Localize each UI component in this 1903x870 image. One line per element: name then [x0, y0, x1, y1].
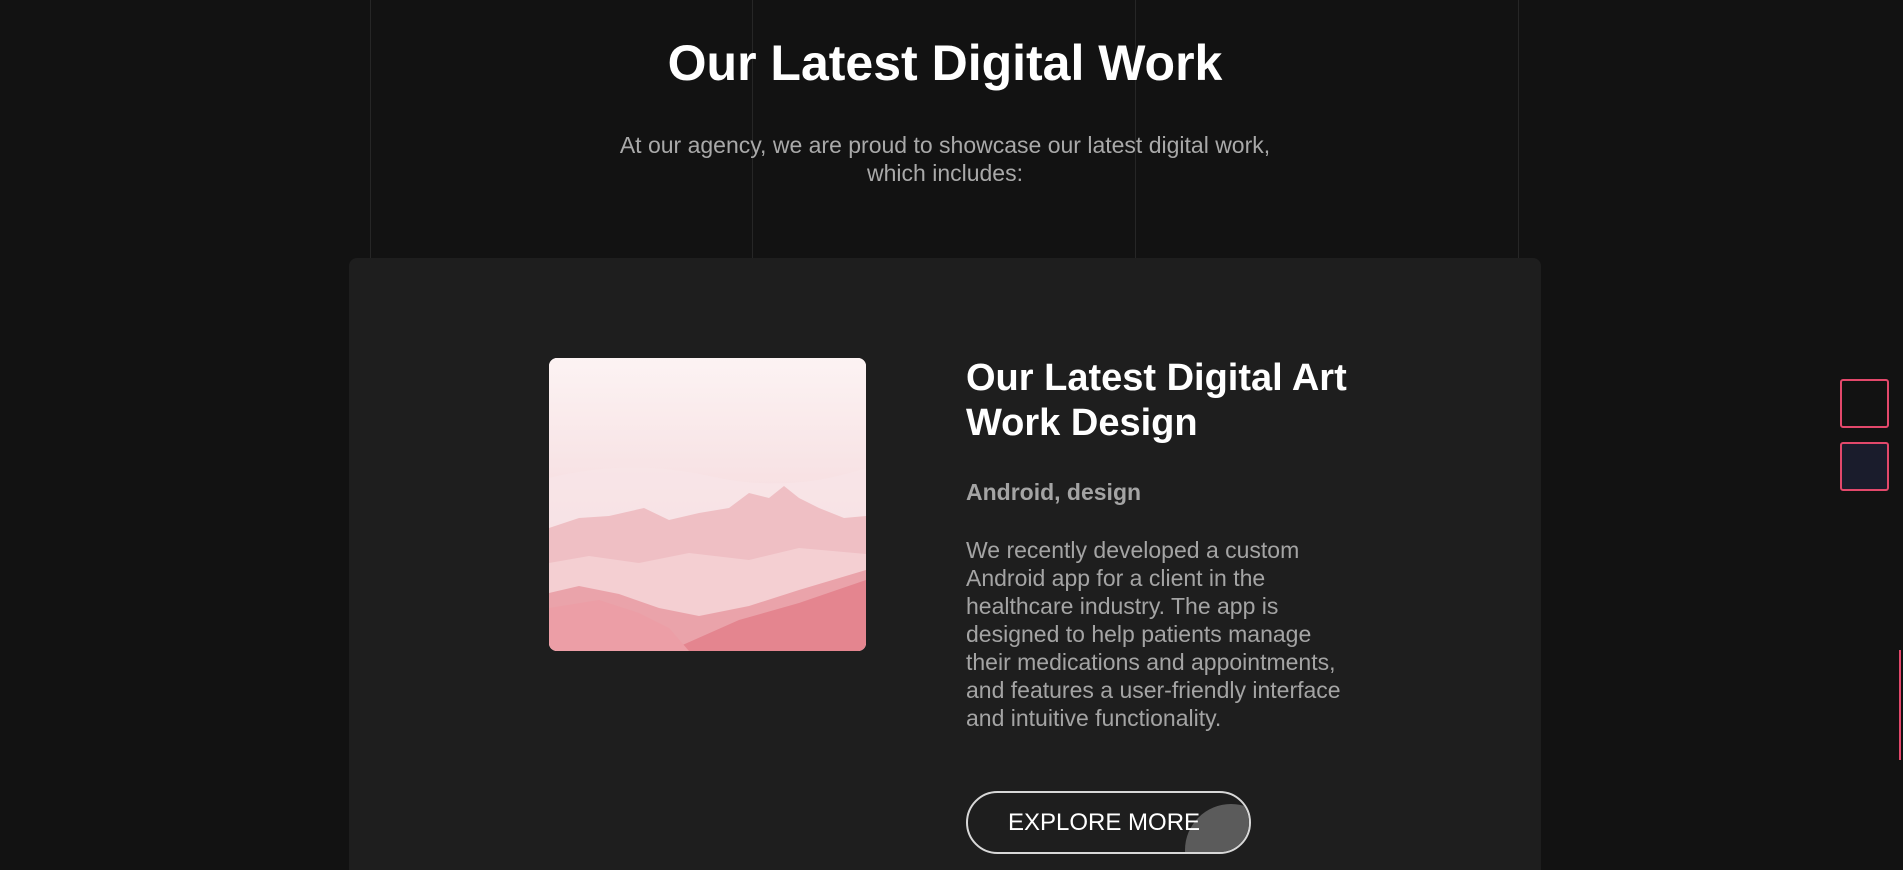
page: Our Latest Digital Work At our agency, w…: [0, 0, 1903, 870]
section-subtitle: At our agency, we are proud to showcase …: [619, 132, 1271, 186]
side-button-1[interactable]: [1840, 379, 1889, 428]
work-tags: Android, design: [966, 479, 1142, 505]
work-card: [349, 258, 1541, 870]
mountain-landscape-image: [549, 358, 866, 651]
work-title: Our Latest Digital Art Work Design: [966, 357, 1347, 444]
work-image[interactable]: [549, 358, 866, 651]
explore-more-label: EXPLORE MORE: [1008, 808, 1201, 836]
side-button-2[interactable]: [1840, 442, 1889, 491]
explore-more-button[interactable]: EXPLORE MORE: [966, 791, 1251, 854]
section-title: Our Latest Digital Work: [667, 35, 1223, 91]
scrollbar-accent: [1899, 650, 1901, 760]
work-description: We recently developed a custom Android a…: [966, 537, 1341, 731]
